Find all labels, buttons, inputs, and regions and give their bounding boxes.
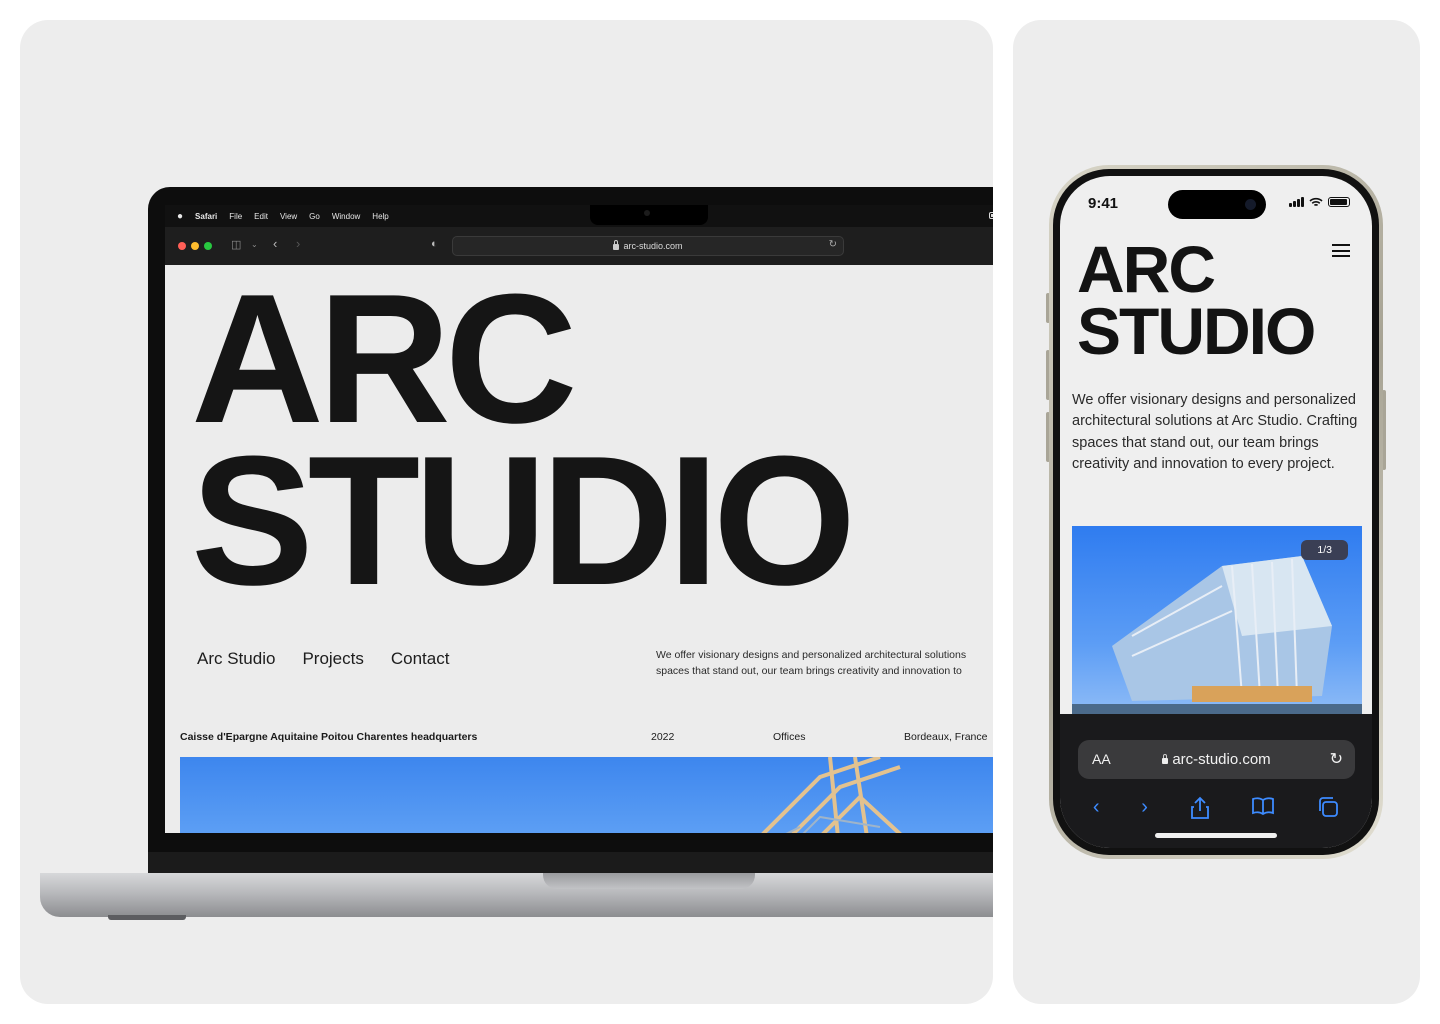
- wifi-icon: [1309, 197, 1323, 207]
- bookmarks-icon[interactable]: [1251, 796, 1275, 816]
- cellular-signal-icon: [1289, 197, 1304, 207]
- hero-title-line-2: STUDIO: [191, 417, 856, 623]
- back-icon[interactable]: ‹: [273, 236, 277, 251]
- share-icon[interactable]: [1190, 796, 1210, 820]
- forward-icon[interactable]: ›: [1141, 796, 1148, 820]
- status-time: 9:41: [1088, 195, 1119, 212]
- nav-link-arc-studio[interactable]: Arc Studio: [197, 649, 275, 669]
- site-nav: Arc Studio Projects Contact: [197, 649, 449, 669]
- home-indicator[interactable]: [1155, 833, 1277, 838]
- mac-menubar: ● Safari File Edit View Go Window Help: [165, 205, 993, 227]
- project-year: 2022: [651, 731, 675, 743]
- privacy-shield-icon[interactable]: ◐: [431, 238, 438, 250]
- project-name: Caisse d'Epargne Aquitaine Poitou Charen…: [180, 731, 478, 743]
- minimize-window-button[interactable]: [191, 242, 199, 250]
- mobile-address-url: arc-studio.com: [1172, 751, 1271, 768]
- reader-aa-button[interactable]: AA: [1092, 751, 1111, 767]
- reload-icon[interactable]: ↻: [1330, 749, 1343, 769]
- tabs-icon[interactable]: [1317, 796, 1339, 818]
- reload-icon[interactable]: ↻: [829, 239, 837, 250]
- macbook-opening-notch: [543, 873, 755, 889]
- menu-go[interactable]: Go: [309, 212, 320, 221]
- front-camera-icon: [1245, 199, 1256, 210]
- hero-title: ARC STUDIO: [191, 255, 856, 623]
- nav-link-projects[interactable]: Projects: [302, 649, 363, 669]
- back-icon[interactable]: ‹: [1093, 796, 1100, 820]
- lock-icon: [1162, 753, 1169, 764]
- iphone-showcase-panel: 9:41 ARC STUDIO We offer visionary desig…: [1013, 20, 1420, 1004]
- building-illustration: [761, 757, 902, 833]
- address-bar[interactable]: arc-studio.com ↻: [452, 236, 844, 256]
- close-window-button[interactable]: [178, 242, 186, 250]
- project-location: Bordeaux, France: [904, 731, 988, 743]
- hamburger-menu-icon[interactable]: [1332, 244, 1350, 257]
- nav-link-contact[interactable]: Contact: [391, 649, 450, 669]
- forward-icon[interactable]: ›: [296, 236, 300, 251]
- mobile-address-bar[interactable]: AA arc-studio.com ↻: [1078, 740, 1355, 779]
- project-type: Offices: [773, 731, 806, 743]
- macbook-screen: ● Safari File Edit View Go Window Help ◫…: [165, 205, 993, 833]
- tagline-line-2: spaces that stand out, our team brings c…: [656, 665, 962, 677]
- menu-edit[interactable]: Edit: [254, 212, 268, 221]
- menu-help[interactable]: Help: [372, 212, 388, 221]
- battery-icon: [1328, 197, 1350, 207]
- lock-icon: [613, 240, 620, 250]
- menu-file[interactable]: File: [229, 212, 242, 221]
- apple-icon[interactable]: ●: [177, 211, 183, 222]
- website-viewport: ARC STUDIO Arc Studio Projects Contact W…: [165, 265, 993, 833]
- iphone-frame: 9:41 ARC STUDIO We offer visionary desig…: [1049, 165, 1383, 859]
- menu-safari[interactable]: Safari: [195, 212, 217, 221]
- battery-icon[interactable]: [989, 211, 993, 219]
- tagline-line-1: We offer visionary designs and personali…: [656, 649, 967, 661]
- status-bar: 9:41: [1060, 176, 1372, 222]
- dynamic-island: [1168, 190, 1266, 219]
- macbook-base: [40, 873, 993, 917]
- iphone-body: 9:41 ARC STUDIO We offer visionary desig…: [1053, 169, 1379, 855]
- camera-notch: [590, 205, 708, 225]
- site-tagline: We offer visionary designs and personali…: [656, 647, 993, 679]
- mobile-hero-title: ARC STUDIO: [1077, 232, 1316, 368]
- macbook-showcase-panel: ● Safari File Edit View Go Window Help ◫…: [20, 20, 993, 1004]
- carousel-pager: 1/3: [1301, 540, 1348, 560]
- menu-view[interactable]: View: [280, 212, 297, 221]
- mobile-hero-line-1: ARC: [1077, 232, 1216, 306]
- safari-bottom-bar: AA arc-studio.com ↻ ‹ ›: [1060, 714, 1372, 848]
- macbook-foot: [108, 915, 186, 920]
- camera-icon: [644, 210, 650, 216]
- hero-title-line-1: ARC: [191, 255, 578, 461]
- sidebar-icon[interactable]: ◫: [231, 238, 241, 251]
- safari-nav-bar: ‹ ›: [1060, 796, 1372, 820]
- fullscreen-window-button[interactable]: [204, 242, 212, 250]
- iphone-screen: 9:41 ARC STUDIO We offer visionary desig…: [1060, 176, 1372, 848]
- status-icons: [1289, 197, 1350, 207]
- mobile-hero-line-2: STUDIO: [1077, 294, 1316, 368]
- mobile-tagline: We offer visionary designs and personali…: [1072, 392, 1358, 472]
- menu-window[interactable]: Window: [332, 212, 360, 221]
- chevron-down-icon[interactable]: ⌄: [251, 240, 258, 249]
- address-bar-url: arc-studio.com: [623, 241, 683, 251]
- menubar-status: [989, 211, 993, 219]
- mobile-project-carousel[interactable]: 1/3: [1072, 526, 1362, 722]
- project-image[interactable]: [180, 757, 993, 833]
